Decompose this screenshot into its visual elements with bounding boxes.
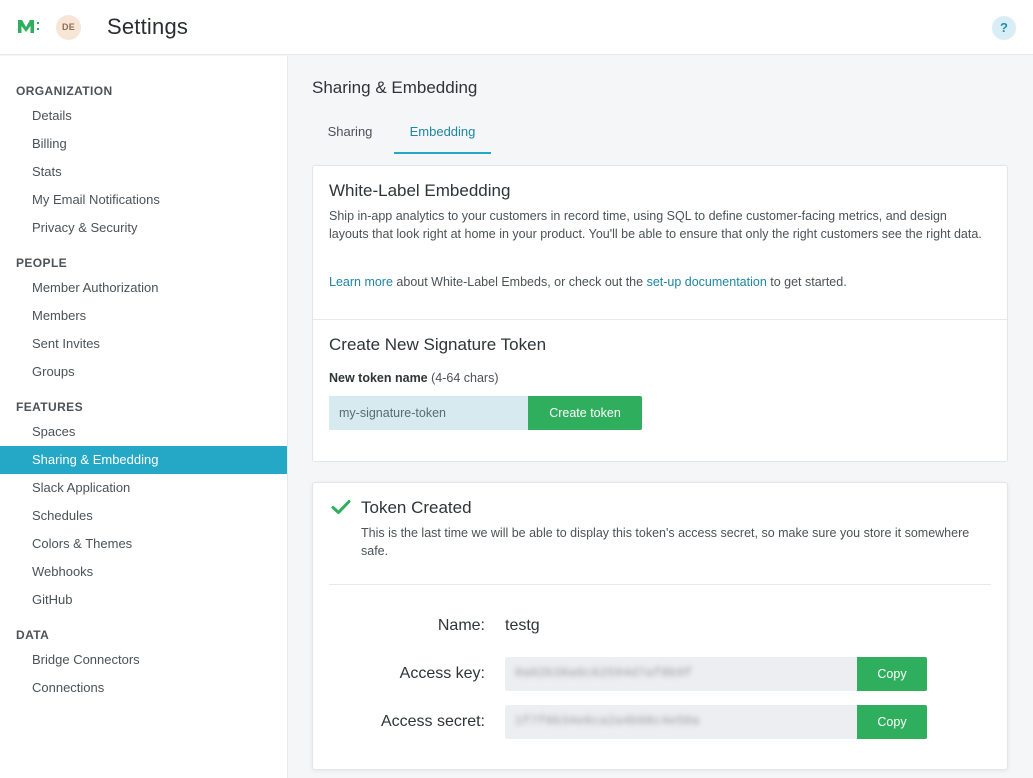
sidebar-section-features: FEATURES — [16, 400, 83, 414]
links-end-text: to get started. — [766, 275, 847, 289]
token-divider — [329, 584, 991, 585]
sidebar-item-sharing-embedding[interactable]: Sharing & Embedding — [0, 446, 287, 474]
page-title: Settings — [107, 14, 189, 39]
token-name-input[interactable] — [329, 396, 529, 430]
token-name-field-label: Name: — [437, 617, 485, 634]
top-bar: DE Settings ? — [0, 0, 1033, 55]
sidebar-item-details[interactable]: Details — [0, 102, 287, 130]
token-name-label-strong: New token name — [329, 371, 428, 385]
sidebar-item-sent-invites[interactable]: Sent Invites — [0, 330, 287, 358]
access-key-redacted: 0a02b36a6c62594d7af8b9f — [515, 666, 693, 680]
sidebar-item-webhooks[interactable]: Webhooks — [0, 558, 287, 586]
sidebar-item-spaces[interactable]: Spaces — [0, 418, 287, 446]
white-label-links-line: Learn more about White-Label Embeds, or … — [329, 273, 989, 291]
tab-sharing[interactable]: Sharing — [312, 116, 388, 154]
help-button[interactable]: ? — [992, 16, 1016, 40]
sidebar-item-bridge-connectors[interactable]: Bridge Connectors — [0, 646, 287, 674]
access-key-field[interactable]: 0a02b36a6c62594d7af8b9f — [505, 657, 858, 691]
white-label-heading: White-Label Embedding — [329, 181, 511, 200]
token-name-hint: (4-64 chars) — [427, 371, 499, 385]
sidebar-item-billing[interactable]: Billing — [0, 130, 287, 158]
sidebar-item-members[interactable]: Members — [0, 302, 287, 330]
white-label-description: Ship in-app analytics to your customers … — [329, 209, 982, 241]
access-secret-field[interactable]: 1f7f6b34e6ca2a4b68c4e50a — [505, 705, 858, 739]
sidebar-item-colors-themes[interactable]: Colors & Themes — [0, 530, 287, 558]
sidebar-item-email-notifications[interactable]: My Email Notifications — [0, 186, 287, 214]
token-created-message: This is the last time we will be able to… — [361, 526, 970, 558]
token-name-value: testg — [505, 617, 540, 634]
card-divider — [313, 319, 1007, 320]
section-title: Sharing & Embedding — [312, 78, 478, 97]
access-secret-label: Access secret: — [380, 713, 485, 730]
links-middle-text: about White-Label Embeds, or check out t… — [392, 275, 647, 289]
sidebar-section-people: PEOPLE — [16, 256, 68, 270]
sidebar-item-stats[interactable]: Stats — [0, 158, 287, 186]
learn-more-link[interactable]: Learn more — [329, 275, 393, 289]
token-created-card: Token Created This is the last time we w… — [312, 482, 1008, 770]
access-secret-redacted: 1f7f6b34e6ca2a4b68c4e50a — [515, 714, 700, 728]
user-avatar[interactable]: DE — [56, 15, 81, 40]
settings-sidebar: ORGANIZATION Details Billing Stats My Em… — [0, 56, 288, 778]
sidebar-item-privacy-security[interactable]: Privacy & Security — [0, 214, 287, 242]
access-key-label: Access key: — [399, 665, 485, 682]
embedding-card: White-Label Embedding Ship in-app analyt… — [312, 165, 1008, 462]
copy-access-secret-button[interactable]: Copy — [857, 705, 927, 739]
sidebar-item-connections[interactable]: Connections — [0, 674, 287, 702]
sidebar-item-groups[interactable]: Groups — [0, 358, 287, 386]
sidebar-item-member-authorization[interactable]: Member Authorization — [0, 274, 287, 302]
sidebar-section-organization: ORGANIZATION — [16, 84, 113, 98]
check-icon — [331, 500, 351, 514]
create-token-button[interactable]: Create token — [528, 396, 642, 430]
sidebar-item-slack-application[interactable]: Slack Application — [0, 474, 287, 502]
mode-logo-icon[interactable] — [17, 17, 43, 37]
sidebar-item-schedules[interactable]: Schedules — [0, 502, 287, 530]
tab-embedding[interactable]: Embedding — [394, 116, 491, 154]
create-token-heading: Create New Signature Token — [329, 335, 547, 354]
copy-access-key-button[interactable]: Copy — [857, 657, 927, 691]
sidebar-item-github[interactable]: GitHub — [0, 586, 287, 614]
token-created-heading: Token Created — [361, 498, 472, 517]
sidebar-section-data: DATA — [16, 628, 50, 642]
setup-documentation-link[interactable]: set-up documentation — [647, 275, 767, 289]
token-name-label: New token name (4-64 chars) — [329, 371, 499, 385]
